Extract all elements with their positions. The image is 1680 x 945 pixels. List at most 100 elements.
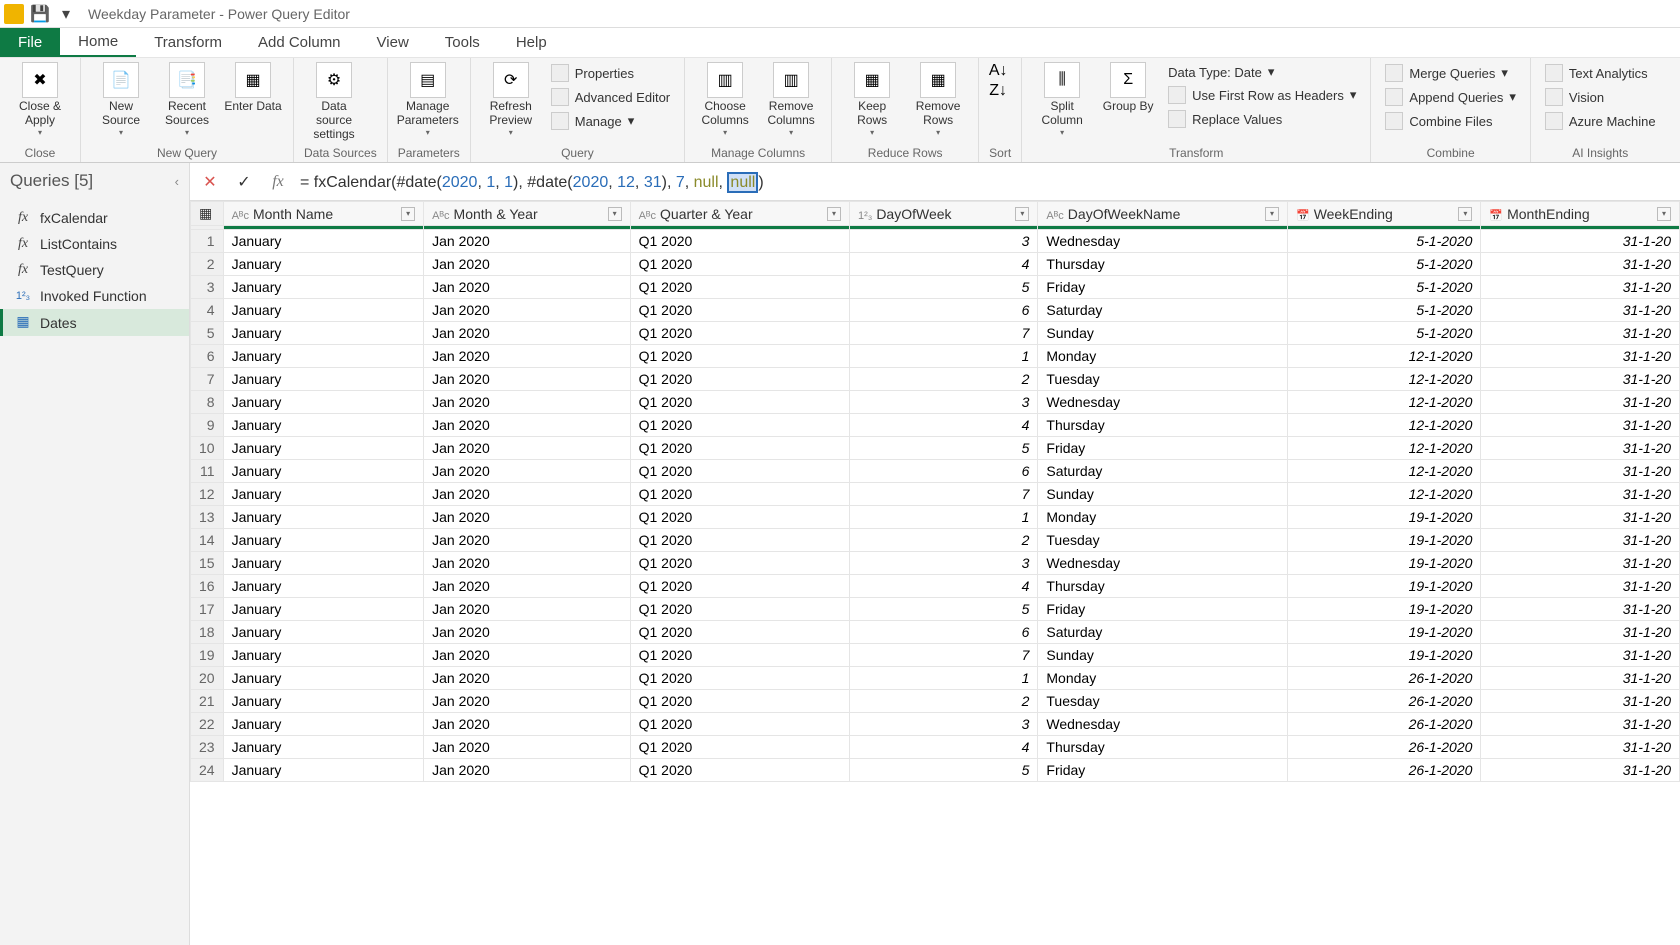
table-row[interactable]: 6JanuaryJan 2020Q1 20201Monday12-1-20203… xyxy=(191,345,1680,368)
cell[interactable]: January xyxy=(223,552,424,575)
cell[interactable]: Jan 2020 xyxy=(424,552,630,575)
row-number[interactable]: 3 xyxy=(191,276,224,299)
cell[interactable]: Monday xyxy=(1038,506,1288,529)
vision-button[interactable]: Vision xyxy=(1541,86,1660,108)
column-header-dayofweekname[interactable]: AᴮcDayOfWeekName▾ xyxy=(1038,202,1288,226)
row-number[interactable]: 17 xyxy=(191,598,224,621)
cell[interactable]: Monday xyxy=(1038,667,1288,690)
row-number[interactable]: 9 xyxy=(191,414,224,437)
merge-queries-button[interactable]: Merge Queries ▾ xyxy=(1381,62,1519,84)
cell[interactable]: 31-1-20 xyxy=(1481,414,1680,437)
cell[interactable]: Q1 2020 xyxy=(630,253,849,276)
cell[interactable]: 3 xyxy=(850,552,1038,575)
cell[interactable]: Monday xyxy=(1038,345,1288,368)
table-row[interactable]: 19JanuaryJan 2020Q1 20207Sunday19-1-2020… xyxy=(191,644,1680,667)
cell[interactable]: Q1 2020 xyxy=(630,483,849,506)
column-header-dayofweek[interactable]: 1²₃DayOfWeek▾ xyxy=(850,202,1038,226)
table-row[interactable]: 17JanuaryJan 2020Q1 20205Friday19-1-2020… xyxy=(191,598,1680,621)
query-item-dates[interactable]: ▦Dates xyxy=(0,309,189,336)
cell[interactable]: 31-1-20 xyxy=(1481,667,1680,690)
cell[interactable]: 12-1-2020 xyxy=(1287,345,1480,368)
cell[interactable]: Q1 2020 xyxy=(630,391,849,414)
refresh-preview-button[interactable]: ⟳Refresh Preview▾ xyxy=(481,62,541,137)
group-by-button[interactable]: ΣGroup By xyxy=(1098,62,1158,114)
column-filter-dropdown[interactable]: ▾ xyxy=(608,207,622,221)
data-source-settings-button[interactable]: ⚙Data source settings xyxy=(304,62,364,141)
sort-asc-button[interactable]: A↓ xyxy=(989,62,1007,80)
cell[interactable]: January xyxy=(223,621,424,644)
azure-ml-button[interactable]: Azure Machine xyxy=(1541,110,1660,132)
cell[interactable]: Q1 2020 xyxy=(630,598,849,621)
table-row[interactable]: 13JanuaryJan 2020Q1 20201Monday19-1-2020… xyxy=(191,506,1680,529)
table-row[interactable]: 20JanuaryJan 2020Q1 20201Monday26-1-2020… xyxy=(191,667,1680,690)
cell[interactable]: 31-1-20 xyxy=(1481,552,1680,575)
cell[interactable]: January xyxy=(223,460,424,483)
replace-values-button[interactable]: Replace Values xyxy=(1164,108,1360,130)
append-queries-button[interactable]: Append Queries ▾ xyxy=(1381,86,1519,108)
cell[interactable]: Wednesday xyxy=(1038,230,1288,253)
cell[interactable]: Friday xyxy=(1038,598,1288,621)
cell[interactable]: 2 xyxy=(850,368,1038,391)
cell[interactable]: 19-1-2020 xyxy=(1287,575,1480,598)
row-number[interactable]: 15 xyxy=(191,552,224,575)
table-row[interactable]: 16JanuaryJan 2020Q1 20204Thursday19-1-20… xyxy=(191,575,1680,598)
cell[interactable]: 6 xyxy=(850,299,1038,322)
cell[interactable]: Q1 2020 xyxy=(630,437,849,460)
remove-rows-button[interactable]: ▦Remove Rows▾ xyxy=(908,62,968,137)
table-row[interactable]: 15JanuaryJan 2020Q1 20203Wednesday19-1-2… xyxy=(191,552,1680,575)
text-analytics-button[interactable]: Text Analytics xyxy=(1541,62,1660,84)
cell[interactable]: Q1 2020 xyxy=(630,322,849,345)
table-row[interactable]: 24JanuaryJan 2020Q1 20205Friday26-1-2020… xyxy=(191,759,1680,782)
cell[interactable]: 19-1-2020 xyxy=(1287,644,1480,667)
remove-columns-button[interactable]: ▥Remove Columns▾ xyxy=(761,62,821,137)
cell[interactable]: Jan 2020 xyxy=(424,529,630,552)
cell[interactable]: 31-1-20 xyxy=(1481,437,1680,460)
table-row[interactable]: 2JanuaryJan 2020Q1 20204Thursday5-1-2020… xyxy=(191,253,1680,276)
row-number[interactable]: 22 xyxy=(191,713,224,736)
cell[interactable]: Sunday xyxy=(1038,322,1288,345)
cell[interactable]: Jan 2020 xyxy=(424,460,630,483)
cell[interactable]: 31-1-20 xyxy=(1481,736,1680,759)
cell[interactable]: Jan 2020 xyxy=(424,575,630,598)
cell[interactable]: Q1 2020 xyxy=(630,460,849,483)
table-row[interactable]: 1JanuaryJan 2020Q1 20203Wednesday5-1-202… xyxy=(191,230,1680,253)
row-number[interactable]: 19 xyxy=(191,644,224,667)
cell[interactable]: Q1 2020 xyxy=(630,644,849,667)
column-header-month-year[interactable]: AᴮcMonth & Year▾ xyxy=(424,202,630,226)
cell[interactable]: 12-1-2020 xyxy=(1287,368,1480,391)
data-grid[interactable]: ▦AᴮcMonth Name▾AᴮcMonth & Year▾AᴮcQuarte… xyxy=(190,201,1680,945)
cell[interactable]: 26-1-2020 xyxy=(1287,690,1480,713)
cell[interactable]: Q1 2020 xyxy=(630,276,849,299)
cell[interactable]: 3 xyxy=(850,230,1038,253)
table-row[interactable]: 10JanuaryJan 2020Q1 20205Friday12-1-2020… xyxy=(191,437,1680,460)
row-number[interactable]: 21 xyxy=(191,690,224,713)
cell[interactable]: 7 xyxy=(850,322,1038,345)
formula-accept-button[interactable]: ✓ xyxy=(232,170,256,194)
cell[interactable]: 5 xyxy=(850,759,1038,782)
column-header-weekending[interactable]: 📅WeekEnding▾ xyxy=(1287,202,1480,226)
cell[interactable]: Q1 2020 xyxy=(630,368,849,391)
cell[interactable]: 2 xyxy=(850,529,1038,552)
cell[interactable]: Jan 2020 xyxy=(424,299,630,322)
cell[interactable]: Jan 2020 xyxy=(424,322,630,345)
cell[interactable]: Q1 2020 xyxy=(630,575,849,598)
cell[interactable]: 5 xyxy=(850,276,1038,299)
table-row[interactable]: 18JanuaryJan 2020Q1 20206Saturday19-1-20… xyxy=(191,621,1680,644)
cell[interactable]: 19-1-2020 xyxy=(1287,598,1480,621)
cell[interactable]: 19-1-2020 xyxy=(1287,621,1480,644)
cell[interactable]: 31-1-20 xyxy=(1481,713,1680,736)
sort-desc-button[interactable]: Z↓ xyxy=(989,82,1007,100)
column-filter-dropdown[interactable]: ▾ xyxy=(1015,207,1029,221)
cell[interactable]: Q1 2020 xyxy=(630,529,849,552)
cell[interactable]: 12-1-2020 xyxy=(1287,460,1480,483)
row-number[interactable]: 18 xyxy=(191,621,224,644)
cell[interactable]: Thursday xyxy=(1038,414,1288,437)
table-row[interactable]: 11JanuaryJan 2020Q1 20206Saturday12-1-20… xyxy=(191,460,1680,483)
manage-button[interactable]: Manage ▾ xyxy=(547,110,674,132)
cell[interactable]: 31-1-20 xyxy=(1481,276,1680,299)
cell[interactable]: Friday xyxy=(1038,437,1288,460)
cell[interactable]: January xyxy=(223,391,424,414)
formula-input[interactable]: = fxCalendar(#date(2020, 1, 1), #date(20… xyxy=(300,172,764,192)
cell[interactable]: 31-1-20 xyxy=(1481,644,1680,667)
cell[interactable]: Q1 2020 xyxy=(630,345,849,368)
